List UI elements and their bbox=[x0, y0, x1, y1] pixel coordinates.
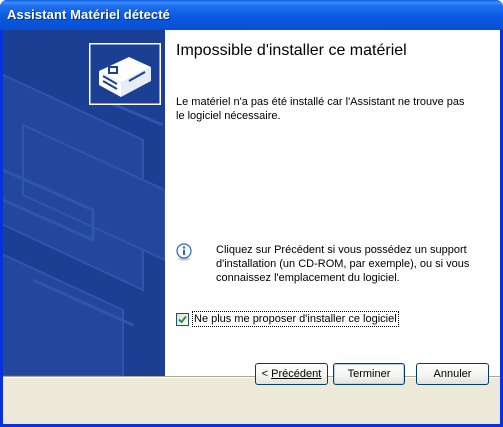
hardware-device-icon bbox=[89, 43, 161, 105]
error-description: Le matériel n'a pas été installé car l'A… bbox=[176, 96, 465, 122]
wizard-side-banner bbox=[3, 30, 165, 376]
dont-prompt-checkbox[interactable] bbox=[176, 313, 189, 326]
checkmark-icon bbox=[178, 315, 187, 324]
back-button-label: Précédent bbox=[271, 368, 322, 380]
wizard-window: Assistant Matériel détecté Impossible d'… bbox=[0, 0, 503, 427]
finish-button[interactable]: Terminer bbox=[333, 363, 405, 385]
back-button[interactable]: < Précédent bbox=[255, 363, 328, 385]
title-bar[interactable]: Assistant Matériel détecté bbox=[0, 0, 503, 30]
page-title: Impossible d'installer ce matériel bbox=[176, 42, 407, 59]
back-button-prefix: < bbox=[261, 368, 272, 380]
window-title: Assistant Matériel détecté bbox=[7, 7, 170, 22]
dont-prompt-checkbox-label[interactable]: Ne plus me proposer d'installer ce logic… bbox=[192, 311, 399, 327]
info-icon bbox=[176, 243, 192, 261]
cancel-button[interactable]: Annuler bbox=[416, 363, 489, 385]
info-hint: Cliquez sur Précédent si vous possédez u… bbox=[216, 244, 470, 284]
